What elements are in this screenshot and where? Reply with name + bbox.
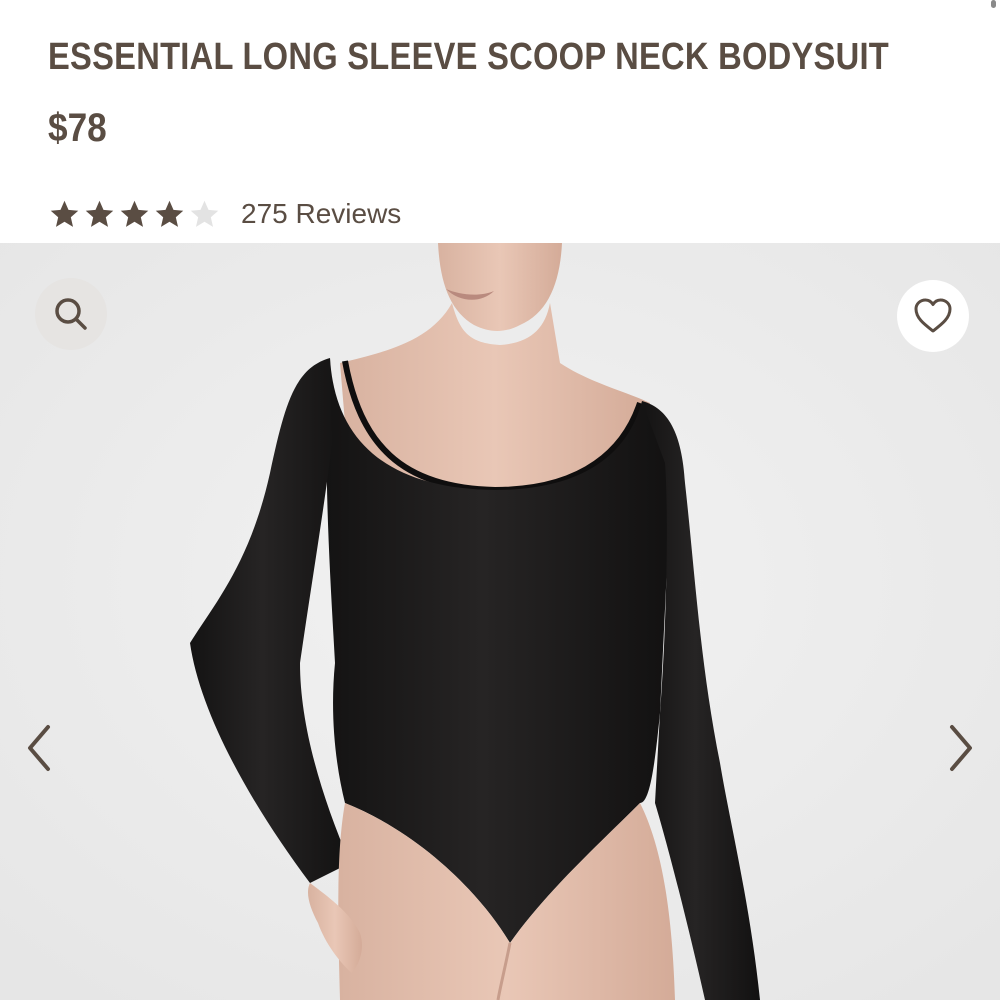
reviews-link[interactable]: 275 Reviews <box>241 198 401 230</box>
previous-image-button[interactable] <box>14 713 64 783</box>
chevron-right-icon <box>950 725 972 771</box>
star-filled-icon <box>50 200 79 227</box>
product-photo <box>0 243 1000 1000</box>
star-filled-icon <box>155 200 184 227</box>
heart-icon <box>914 298 952 333</box>
product-title: ESSENTIAL LONG SLEEVE SCOOP NECK BODYSUI… <box>48 36 890 78</box>
product-rating[interactable]: 275 Reviews <box>48 196 401 232</box>
star-empty-icon <box>190 200 219 227</box>
next-image-button[interactable] <box>936 713 986 783</box>
star-rating <box>48 198 221 231</box>
search-icon <box>55 298 87 330</box>
product-price: $78 <box>48 106 107 150</box>
chevron-left-icon <box>28 725 50 771</box>
product-image-gallery[interactable] <box>0 243 1000 1000</box>
favorite-button[interactable] <box>897 280 969 352</box>
product-header: ESSENTIAL LONG SLEEVE SCOOP NECK BODYSUI… <box>0 0 1000 243</box>
search-button[interactable] <box>35 278 107 350</box>
star-filled-icon <box>120 200 149 227</box>
star-filled-icon <box>85 200 114 227</box>
scrollbar[interactable] <box>991 0 996 8</box>
